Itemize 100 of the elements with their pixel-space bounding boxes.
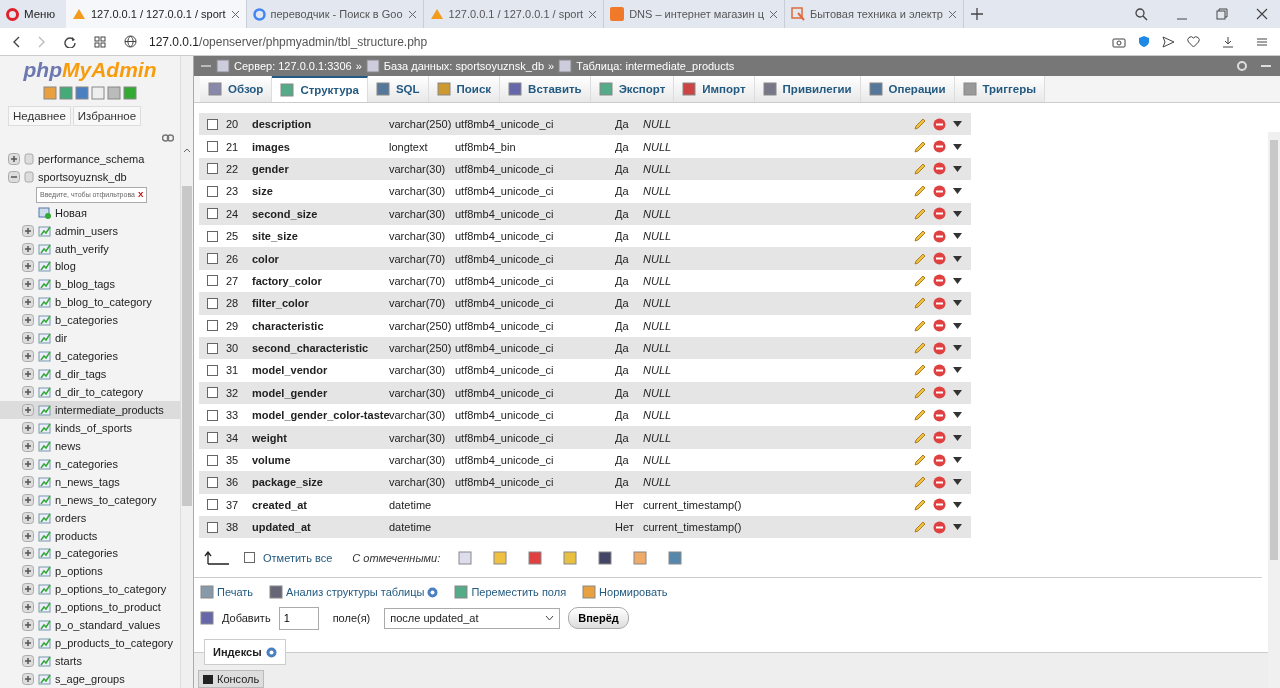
sidebar-item[interactable]: p_options_to_category bbox=[0, 580, 180, 599]
column-name: site_size bbox=[252, 230, 299, 243]
table-cell-text: utf8mb4_unicode_ci bbox=[455, 431, 555, 444]
action-link[interactable]: Переместить поля bbox=[471, 586, 567, 599]
table-cell-text: Да bbox=[615, 319, 630, 332]
column-name: volume bbox=[252, 454, 292, 467]
breadcrumb-link[interactable]: База данных: sportsoyuznsk_db bbox=[383, 60, 545, 72]
column-name: model_gender bbox=[252, 386, 329, 399]
sidebar-item[interactable]: n_categories bbox=[0, 454, 180, 473]
sidebar-item[interactable]: products bbox=[0, 526, 180, 545]
sidebar-item[interactable]: b_blog_tags bbox=[0, 275, 180, 294]
column-name: color bbox=[252, 252, 280, 265]
table-cell-text: Да bbox=[615, 140, 630, 153]
column-name: package_size bbox=[252, 476, 324, 489]
menu-button[interactable]: Меню bbox=[24, 8, 56, 20]
tab[interactable]: Импорт bbox=[674, 76, 755, 102]
column-name: description bbox=[252, 118, 313, 131]
sidebar-item[interactable]: p_products_to_category bbox=[0, 634, 180, 653]
table-cell-text: datetime bbox=[389, 521, 433, 534]
database-link[interactable]: performance_schema bbox=[38, 152, 145, 165]
table-cell-text: utf8mb4_unicode_ci bbox=[455, 252, 555, 265]
action-link[interactable]: Нормировать bbox=[599, 586, 668, 599]
sidebar-item[interactable]: orders bbox=[0, 508, 180, 527]
tab[interactable]: Поиск bbox=[428, 76, 501, 102]
breadcrumb-link[interactable]: Сервер: 127.0.0.1:3306 bbox=[234, 60, 352, 72]
table-cell-text: NULL bbox=[643, 319, 673, 332]
table-cell-text: utf8mb4_unicode_ci bbox=[455, 319, 555, 332]
table-cell-text: NULL bbox=[643, 162, 673, 175]
tab[interactable]: Обзор bbox=[200, 76, 273, 102]
clear-button[interactable]: X bbox=[137, 190, 144, 200]
column-name: characteristic bbox=[252, 319, 325, 332]
table-cell-text: utf8mb4_unicode_ci bbox=[455, 386, 555, 399]
count-field[interactable]: 1 bbox=[278, 606, 319, 630]
table-cell-text: datetime bbox=[389, 498, 433, 511]
tab[interactable]: Привилегии bbox=[754, 76, 861, 102]
table-cell-text: NULL bbox=[643, 230, 673, 243]
table-cell-text: varchar(70) bbox=[389, 274, 447, 287]
sidebar-item[interactable]: p_categories bbox=[0, 544, 180, 563]
console-tab[interactable]: Консоль bbox=[198, 670, 265, 688]
sidebar-item[interactable]: admin_users bbox=[0, 221, 180, 240]
table-cell-text: NULL bbox=[643, 431, 673, 444]
table-cell-text: current_timestamp() bbox=[643, 521, 743, 534]
tab[interactable]: Вставить bbox=[500, 76, 591, 102]
tab[interactable]: Структура bbox=[272, 76, 368, 102]
breadcrumb-link[interactable]: Таблица: intermediate_products bbox=[576, 60, 735, 72]
database-link[interactable]: sportsoyuznsk_db bbox=[38, 170, 127, 183]
sidebar-item[interactable]: n_news_tags bbox=[0, 472, 180, 491]
sidebar-item[interactable]: n_news_to_category bbox=[0, 490, 180, 509]
sidebar-item[interactable]: auth_verify bbox=[0, 239, 180, 258]
sidebar-button[interactable]: Недавнее bbox=[8, 106, 71, 126]
table-cell-text: 29 bbox=[226, 319, 240, 332]
address-field[interactable]: 127.0.0.1/openserver/phpmyadmin/tbl_structure.php bbox=[149, 34, 1094, 49]
position-select[interactable]: после updated_at bbox=[384, 607, 561, 629]
sidebar-item[interactable]: d_dir_tags bbox=[0, 365, 180, 384]
table-cell-text: Нет bbox=[615, 498, 635, 511]
sidebar-item[interactable]: Новая bbox=[0, 203, 180, 222]
table-cell-text: utf8mb4_unicode_ci bbox=[455, 409, 555, 422]
table-cell-text: NULL bbox=[643, 386, 673, 399]
table-cell-text: NULL bbox=[643, 274, 673, 287]
sidebar-item[interactable]: b_blog_to_category bbox=[0, 293, 180, 312]
table-cell-text: utf8mb4_unicode_ci bbox=[455, 230, 555, 243]
table-cell-text: Да bbox=[615, 454, 630, 467]
tab[interactable]: Триггеры bbox=[954, 76, 1045, 102]
column-name: created_at bbox=[252, 498, 309, 511]
tab[interactable]: Операции bbox=[860, 76, 955, 102]
sidebar-item[interactable]: s_age_groups bbox=[0, 670, 180, 688]
column-name: gender bbox=[252, 162, 290, 175]
table-cell-text: utf8mb4_unicode_ci bbox=[455, 162, 555, 175]
sidebar-item[interactable]: b_categories bbox=[0, 311, 180, 330]
sidebar-item[interactable]: starts bbox=[0, 652, 180, 671]
sidebar-item[interactable]: intermediate_products bbox=[0, 401, 180, 419]
sidebar-button[interactable]: Избранное bbox=[72, 106, 142, 126]
table-cell-text: varchar(30) bbox=[389, 476, 447, 489]
sidebar-item[interactable]: blog bbox=[0, 257, 180, 276]
sidebar-item[interactable]: d_categories bbox=[0, 347, 180, 366]
tab[interactable]: Экспорт bbox=[590, 76, 675, 102]
action-link[interactable]: Анализ структуры таблицы bbox=[286, 586, 425, 599]
table-cell-text: varchar(30) bbox=[389, 185, 447, 198]
sidebar-item[interactable]: d_dir_to_category bbox=[0, 383, 180, 401]
table-cell-text: varchar(250) bbox=[389, 319, 453, 332]
sidebar-item[interactable]: p_o_standard_values bbox=[0, 616, 180, 635]
sidebar-item[interactable]: kinds_of_sports bbox=[0, 418, 180, 437]
sidebar-item[interactable]: p_options_to_product bbox=[0, 598, 180, 617]
logo[interactable]: phpMyAdmin bbox=[23, 58, 157, 82]
table-cell-text: Да bbox=[615, 386, 630, 399]
sidebar-item[interactable]: dir bbox=[0, 329, 180, 348]
select-all-link[interactable]: Отметить все bbox=[263, 551, 333, 564]
sidebar-item[interactable]: news bbox=[0, 436, 180, 455]
column-name: model_gender_color-taste bbox=[252, 409, 389, 422]
table-cell-text: longtext bbox=[389, 140, 429, 153]
go-button[interactable]: Вперёд bbox=[568, 607, 629, 630]
browser-tab[interactable]: 127.0.0.1 / 127.0.0.1 / sport bbox=[66, 0, 247, 28]
indexes-tab[interactable]: Индексы bbox=[204, 639, 286, 666]
table-cell-text: 27 bbox=[226, 274, 240, 287]
action-link[interactable]: Печать bbox=[217, 586, 254, 599]
table-cell-text: utf8mb4_unicode_ci bbox=[455, 342, 555, 355]
table-cell-text: varchar(30) bbox=[389, 230, 447, 243]
sidebar-item[interactable]: p_options bbox=[0, 562, 180, 581]
tab[interactable]: SQL bbox=[367, 76, 429, 102]
table-cell-text: Да bbox=[615, 431, 630, 444]
